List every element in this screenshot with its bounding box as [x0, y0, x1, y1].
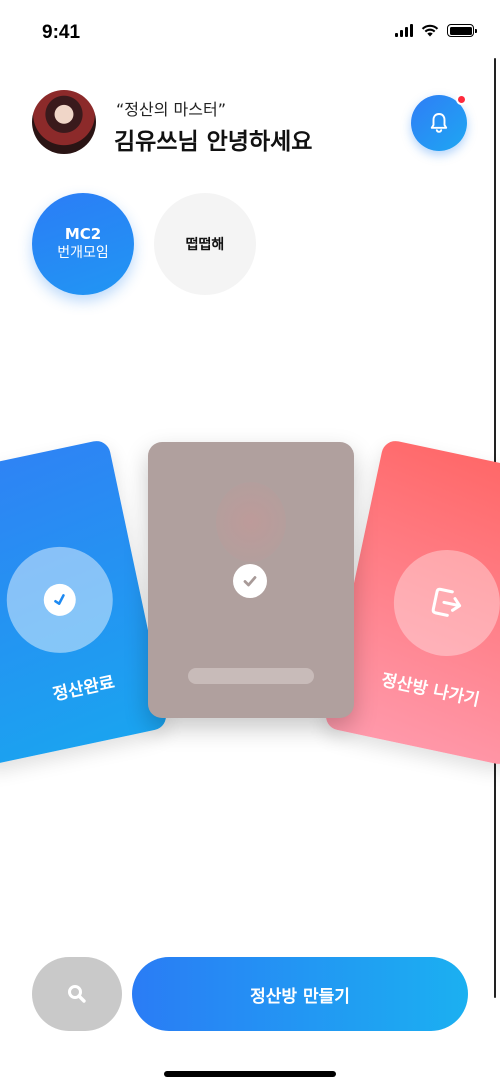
group-chip-label: 떱떱해: [185, 237, 225, 253]
settle-complete-label: 정산완료: [51, 672, 117, 706]
status-time: 9:41: [42, 22, 81, 43]
create-room-button[interactable]: 정산방 만들기: [132, 957, 468, 1031]
leave-room-action: [384, 540, 500, 666]
group-chip-title: MC2: [64, 225, 102, 243]
home-indicator[interactable]: [164, 1071, 336, 1077]
bell-icon: [430, 113, 448, 133]
exit-icon: [431, 587, 462, 617]
status-icons: [395, 24, 477, 37]
wifi-icon: [421, 24, 439, 37]
group-chip-mc2[interactable]: MC2 번개모임: [32, 193, 134, 295]
blurred-room-photo: [216, 482, 286, 562]
greeting-title: 김유쓰님 안녕하세요: [114, 129, 313, 155]
settle-complete-card[interactable]: 정산완료: [0, 438, 169, 767]
battery-icon: [447, 24, 477, 37]
group-chip-subtitle: 번개모임: [57, 245, 109, 261]
search-button[interactable]: [32, 957, 122, 1031]
notification-badge: [456, 94, 467, 105]
group-chip-second[interactable]: 떱떱해: [154, 193, 256, 295]
signal-icon: [395, 24, 413, 37]
check-icon: [233, 564, 267, 598]
avatar[interactable]: [32, 90, 96, 154]
create-room-label: 정산방 만들기: [250, 986, 350, 1007]
selected-room-card[interactable]: [148, 442, 354, 718]
leave-room-label: 정산방 나가기: [379, 670, 482, 711]
check-icon: [40, 580, 79, 619]
blurred-room-title: [188, 668, 314, 684]
user-title: “정산의 마스터”: [116, 100, 226, 119]
settle-complete-action: [0, 537, 123, 663]
status-bar: 9:41: [0, 0, 500, 60]
search-icon: [68, 985, 86, 1003]
